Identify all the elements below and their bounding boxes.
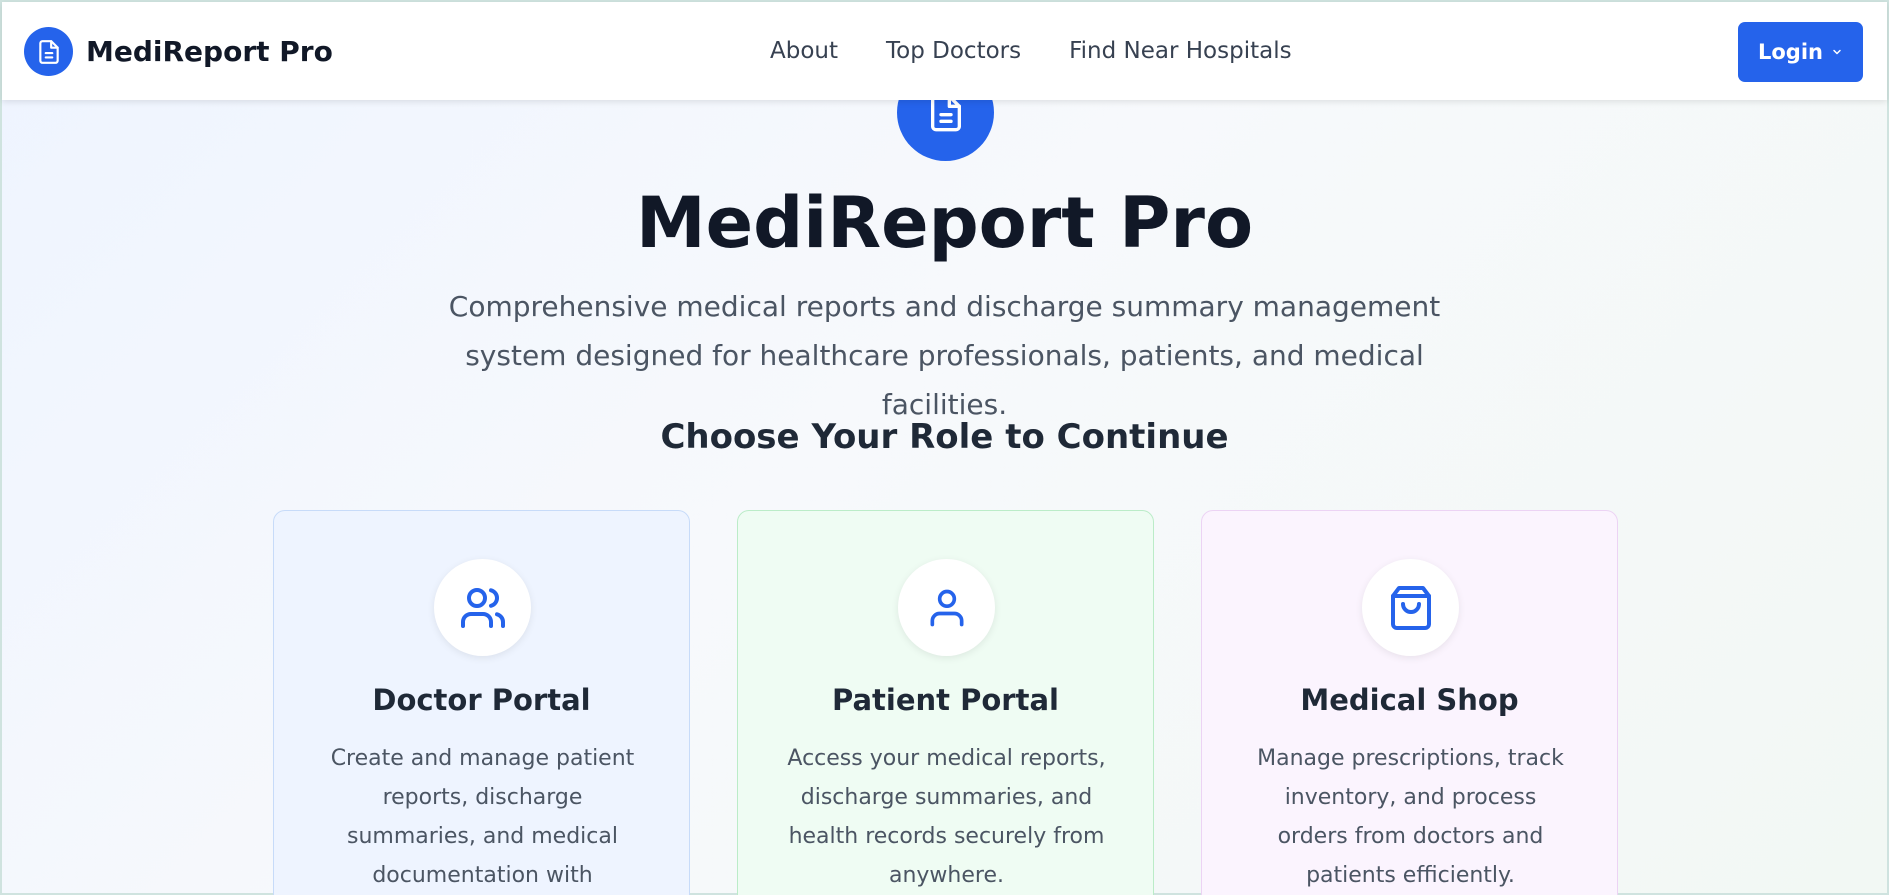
role-heading: Choose Your Role to Continue: [660, 417, 1229, 457]
shopping-bag-icon: [1362, 559, 1459, 656]
doctor-portal-description: Create and manage patient reports, disch…: [330, 746, 635, 888]
nav-link-find-near-hospitals[interactable]: Find Near Hospitals: [1069, 38, 1291, 64]
page-subtitle: Comprehensive medical reports and discha…: [448, 290, 1441, 421]
users-icon: [434, 559, 531, 656]
medical-shop-description: Manage prescriptions, track inventory, a…: [1257, 746, 1564, 888]
brand-name: MediReport Pro: [86, 35, 333, 68]
medical-shop-title: Medical Shop: [1300, 683, 1519, 717]
nav-link-top-doctors[interactable]: Top Doctors: [886, 38, 1021, 64]
document-icon: [24, 27, 73, 76]
doctor-portal-title: Doctor Portal: [372, 683, 591, 717]
login-button[interactable]: Login: [1738, 22, 1863, 82]
medical-shop-card[interactable]: Medical Shop Manage prescriptions, track…: [1201, 510, 1618, 895]
user-icon: [898, 559, 995, 656]
patient-portal-card[interactable]: Patient Portal Access your medical repor…: [737, 510, 1154, 895]
patient-portal-title: Patient Portal: [832, 683, 1059, 717]
chevron-down-icon: [1831, 46, 1843, 58]
nav-link-about[interactable]: About: [770, 38, 838, 64]
doctor-portal-card[interactable]: Doctor Portal Create and manage patient …: [273, 510, 690, 895]
brand[interactable]: MediReport Pro: [24, 27, 333, 76]
patient-portal-description: Access your medical reports, discharge s…: [787, 746, 1106, 888]
top-navbar: MediReport Pro About Top Doctors Find Ne…: [2, 2, 1887, 100]
login-button-label: Login: [1758, 40, 1823, 64]
nav-links: About Top Doctors Find Near Hospitals: [770, 38, 1340, 64]
page-title: MediReport Pro: [635, 182, 1254, 264]
